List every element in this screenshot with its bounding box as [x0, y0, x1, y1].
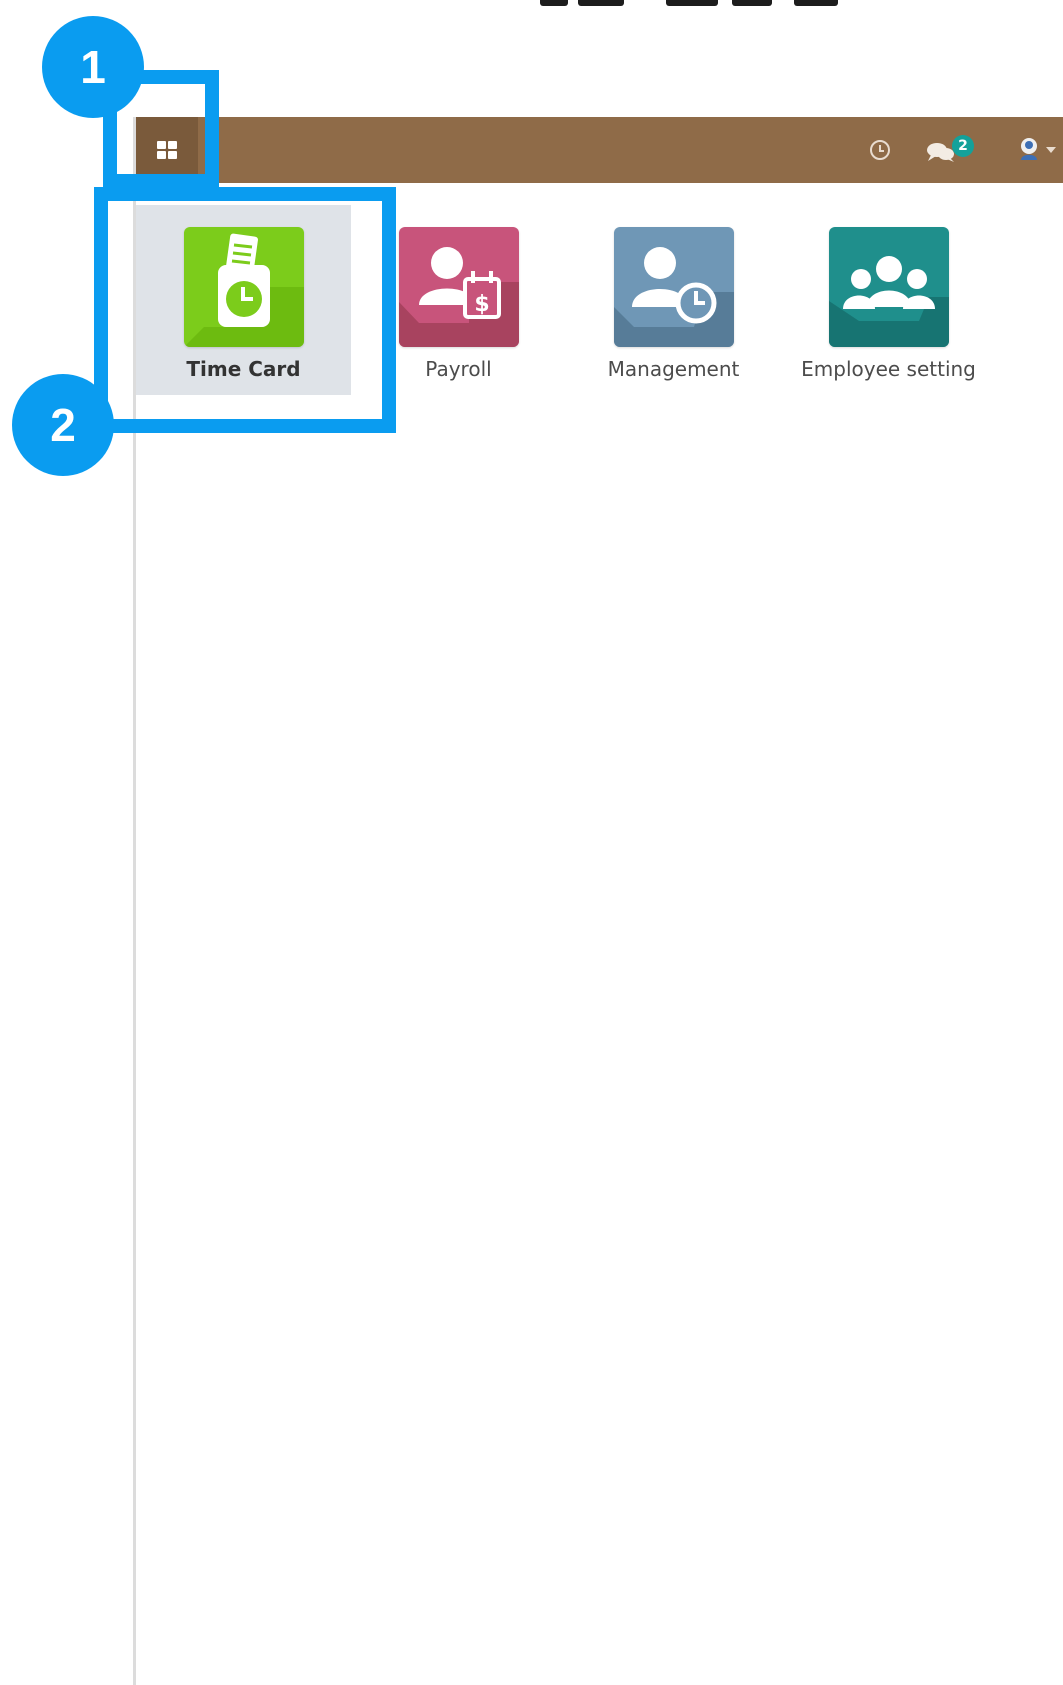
- cropped-heading-fragment: [540, 0, 1020, 10]
- app-label-employee-setting: Employee setting: [801, 357, 976, 381]
- navbar-systray: 2: [870, 117, 1063, 183]
- app-tile-payroll[interactable]: $ Payroll: [351, 205, 566, 395]
- app-label-payroll: Payroll: [425, 357, 492, 381]
- app-tile-employee-setting[interactable]: Employee setting: [781, 205, 996, 395]
- caret-down-icon[interactable]: [1046, 147, 1056, 153]
- app-label-management: Management: [607, 357, 740, 381]
- step-badge-2: 2: [12, 374, 114, 476]
- time-card-icon: [183, 227, 304, 347]
- grid-icon: [157, 141, 177, 159]
- messages-badge: 2: [952, 135, 974, 157]
- apps-grid: Time Card $ Payroll Management Employee …: [136, 195, 1063, 415]
- app-window: 2 Time Card $ Payroll Management Employe…: [133, 117, 1063, 1685]
- employee-setting-icon: [828, 227, 949, 347]
- management-icon: [613, 227, 734, 347]
- app-tile-management[interactable]: Management: [566, 205, 781, 395]
- step-badge-1: 1: [42, 16, 144, 118]
- user-avatar[interactable]: [1018, 136, 1040, 164]
- main-navbar: 2: [136, 117, 1063, 183]
- app-tile-time-card[interactable]: Time Card: [136, 205, 351, 395]
- svg-text:$: $: [474, 292, 489, 317]
- payroll-icon: $: [398, 227, 519, 347]
- clock-icon[interactable]: [870, 140, 890, 160]
- screenshot-canvas: 2 Time Card $ Payroll Management Employe…: [0, 0, 1063, 1685]
- apps-menu-button[interactable]: [136, 117, 198, 183]
- messages-button[interactable]: 2: [926, 135, 982, 165]
- app-label-time-card: Time Card: [186, 357, 301, 381]
